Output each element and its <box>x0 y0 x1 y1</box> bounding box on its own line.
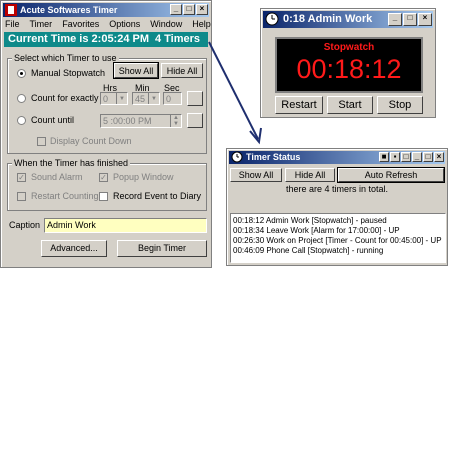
timer-status-window: Timer Status ■ ▪ □ _ □ × Show All Hide A… <box>226 148 448 266</box>
timer-list[interactable]: 00:18:12 Admin Work [Stopwatch] - paused… <box>230 213 446 263</box>
status-pin-icon[interactable]: ▪ <box>390 152 400 162</box>
list-item[interactable]: 00:26:30 Work on Project [Timer - Count … <box>231 236 445 246</box>
status-extra-icon[interactable]: ■ <box>379 152 389 162</box>
status-close-button[interactable]: × <box>434 152 444 162</box>
list-item[interactable]: 00:46:09 Phone Call [Stopwatch] - runnin… <box>231 246 445 256</box>
status-summary: there are 4 timers in total. <box>285 184 389 194</box>
status-clock-icon <box>231 151 243 163</box>
list-item[interactable]: 00:18:12 Admin Work [Stopwatch] - paused <box>231 216 445 226</box>
auto-refresh-button[interactable]: Auto Refresh <box>337 167 445 183</box>
status-window-icon[interactable]: □ <box>401 152 411 162</box>
status-maximize-button[interactable]: □ <box>423 152 433 162</box>
status-minimize-button[interactable]: _ <box>412 152 422 162</box>
status-show-all-button[interactable]: Show All <box>230 168 282 182</box>
status-window-title: Timer Status <box>246 152 301 162</box>
status-titlebar[interactable]: Timer Status ■ ▪ □ _ □ × <box>229 151 445 164</box>
status-hide-all-button[interactable]: Hide All <box>285 168 335 182</box>
list-item[interactable]: 00:18:34 Leave Work [Alarm for 17:00:00]… <box>231 226 445 236</box>
